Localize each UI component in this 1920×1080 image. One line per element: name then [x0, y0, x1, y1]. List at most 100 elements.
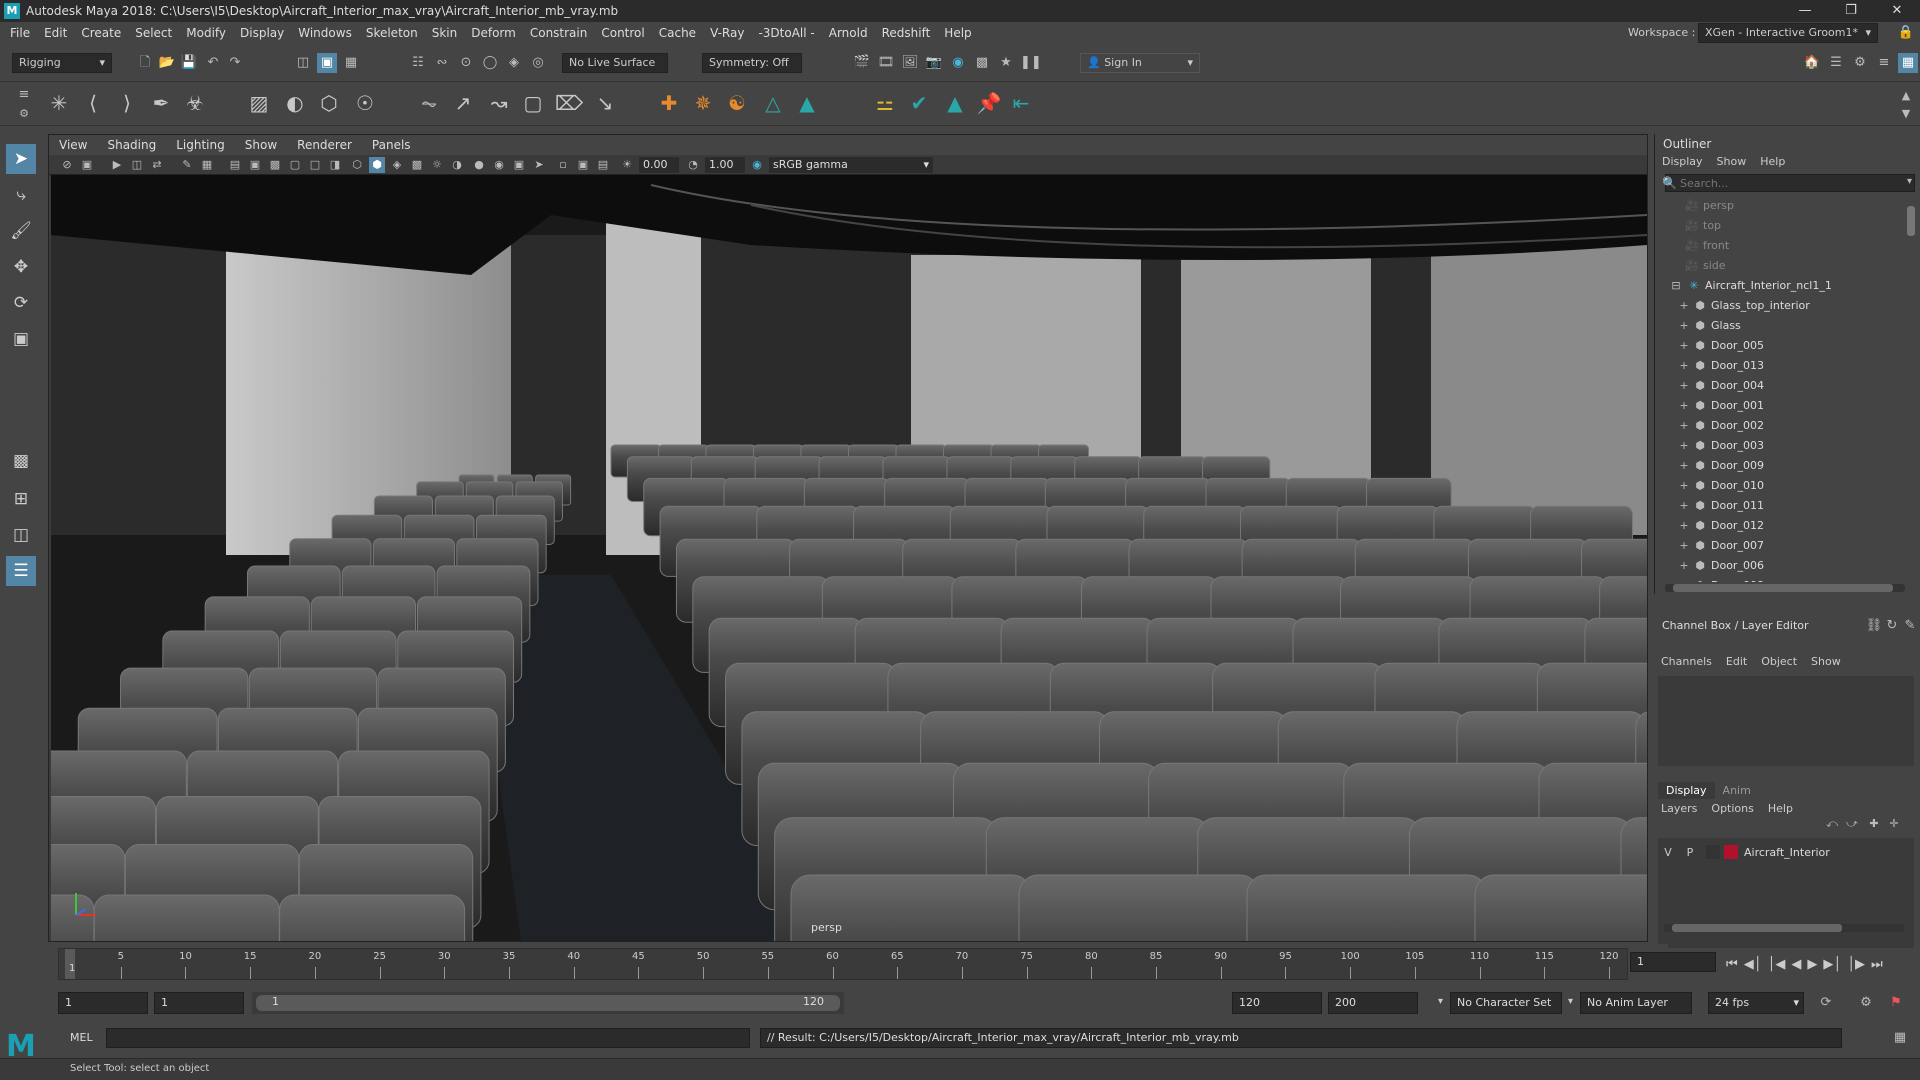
render-frame-icon[interactable]: 🎬 — [852, 53, 872, 73]
field-chart-icon[interactable]: ▢ — [287, 157, 303, 173]
expand-icon[interactable]: + — [1679, 516, 1689, 536]
open-scene-icon[interactable]: 📂 — [157, 53, 177, 73]
aim-constraint-icon[interactable]: ↗ — [448, 88, 478, 118]
save-scene-icon[interactable]: 💾 — [179, 53, 199, 73]
outliner-item[interactable]: + ⬢ Door_012 — [1655, 516, 1764, 536]
modeling-toolkit-icon[interactable]: 🏠 — [1802, 53, 1822, 73]
parent-constraint-icon[interactable]: ⌦ — [554, 88, 584, 118]
channel-edit-icon[interactable]: ✎ — [1900, 616, 1920, 636]
snap-point-icon[interactable]: ⊙ — [456, 53, 476, 73]
animation-start-field[interactable]: 1 — [58, 992, 148, 1014]
menu-item-help[interactable]: Help — [937, 26, 978, 40]
snap-curve-icon[interactable]: ∾ — [432, 53, 452, 73]
playback-end-field[interactable]: 120 — [1232, 992, 1322, 1014]
film-gate-icon[interactable]: ▤ — [227, 157, 243, 173]
two-view-icon[interactable]: ◫ — [6, 520, 36, 550]
channel-attributes-area[interactable] — [1658, 676, 1914, 766]
menu-item-vray[interactable]: V-Ray — [703, 26, 751, 40]
isolate-select-icon[interactable]: ➤ — [531, 157, 547, 173]
resolution-gate-icon[interactable]: ▣ — [247, 157, 263, 173]
auto-key-icon[interactable]: ⚙ — [1856, 993, 1876, 1013]
point-constraint-icon[interactable]: ⏦ — [414, 88, 444, 118]
snap-view-icon[interactable]: ◯ — [480, 53, 500, 73]
menu-item-create[interactable]: Create — [74, 26, 128, 40]
range-bar[interactable]: 1 120 — [252, 992, 844, 1014]
textured-icon[interactable]: ▩ — [409, 157, 425, 173]
command-language-label[interactable]: MEL — [70, 1031, 93, 1044]
channel-options-icon[interactable]: ⛓ — [1864, 616, 1884, 636]
lattice-icon[interactable]: ⬡ — [314, 88, 344, 118]
loop-icon[interactable]: ⟳ — [1816, 993, 1836, 1013]
gamma-icon[interactable]: ◔ — [685, 157, 701, 173]
humanik-icon[interactable]: ☣ — [180, 88, 210, 118]
lock-icon[interactable]: 🔒 — [1896, 23, 1916, 43]
playback-start-field[interactable]: 1 — [154, 992, 244, 1014]
layer-tab-anim[interactable]: Anim — [1715, 782, 1759, 799]
lasso-tool-icon[interactable]: ⤷ — [6, 180, 36, 210]
camera-select-icon[interactable]: ⊘ — [59, 157, 75, 173]
character-set-chevron-icon[interactable]: ▾ — [1438, 996, 1443, 1007]
expand-icon[interactable]: + — [1679, 376, 1689, 396]
redo-icon[interactable]: ↷ — [225, 53, 245, 73]
snap-grid-icon[interactable]: ☷ — [408, 53, 428, 73]
outliner-item[interactable]: 🎥 front — [1655, 236, 1729, 256]
sign-in-button[interactable]: 👤 Sign In ▾ — [1080, 53, 1200, 73]
smooth-shade-icon[interactable]: ⬢ — [369, 157, 385, 173]
anim-layer-chevron-icon[interactable]: ▾ — [1568, 996, 1573, 1007]
create-joint-icon[interactable]: ✵ — [688, 88, 718, 118]
four-view-icon[interactable]: ⊞ — [6, 484, 36, 514]
paint-weights-icon[interactable]: ✒ — [146, 88, 176, 118]
outliner-item[interactable]: + ⬢ Door_010 — [1655, 476, 1764, 496]
layer-type-toggle[interactable] — [1706, 845, 1720, 859]
menu-item-modify[interactable]: Modify — [179, 26, 233, 40]
live-surface-field[interactable]: No Live Surface — [562, 53, 668, 73]
menu-item-deform[interactable]: Deform — [464, 26, 523, 40]
outliner-item[interactable]: ⊟ ✳ Aircraft_Interior_ncl1_1 — [1655, 276, 1831, 296]
go-to-end-icon[interactable]: ⏭ — [1871, 957, 1883, 972]
new-layer-selected-icon[interactable]: ✛ — [1884, 814, 1904, 834]
motion-blur-icon[interactable]: ◉ — [491, 157, 507, 173]
menu-item-skeleton[interactable]: Skeleton — [359, 26, 425, 40]
outliner-menu-help[interactable]: Help — [1753, 155, 1792, 168]
bookmark-icon[interactable]: ▶ — [109, 157, 125, 173]
outliner-item[interactable]: + ⬢ Door_009 — [1655, 456, 1764, 476]
layer-move-up-icon[interactable]: ⤺ — [1822, 814, 1842, 834]
outliner-item[interactable]: + ⬢ Door_008 — [1655, 576, 1764, 582]
outliner-search[interactable]: 🔍 ▾ — [1662, 174, 1915, 192]
gate-mask-icon[interactable]: ▩ — [267, 157, 283, 173]
xray-icon[interactable]: ▫ — [555, 157, 571, 173]
menu-item-constrain[interactable]: Constrain — [523, 26, 595, 40]
command-input[interactable] — [106, 1028, 750, 1048]
backface-culling-icon[interactable]: ▤ — [595, 157, 611, 173]
channel-box-toggle-icon[interactable]: ≡ — [1874, 53, 1894, 73]
graph-editor-icon[interactable]: ▲ — [940, 88, 970, 118]
ik-spline-icon[interactable]: ⟩ — [112, 88, 142, 118]
outliner-item[interactable]: 🎥 top — [1655, 216, 1721, 236]
channel-refresh-icon[interactable]: ↻ — [1882, 616, 1902, 636]
hypershade-icon[interactable]: ▩ — [972, 53, 992, 73]
expand-icon[interactable]: + — [1679, 296, 1689, 316]
locator-icon[interactable]: ✚ — [654, 88, 684, 118]
pin-icon[interactable]: 📌 — [974, 88, 1004, 118]
menu-item-skin[interactable]: Skin — [425, 26, 465, 40]
outliner-menu-display[interactable]: Display — [1655, 155, 1710, 168]
use-lights-icon[interactable]: ☼ — [429, 157, 445, 173]
expand-icon[interactable]: + — [1679, 356, 1689, 376]
channel-menu-edit[interactable]: Edit — [1719, 655, 1754, 668]
expand-icon[interactable]: + — [1679, 536, 1689, 556]
expand-icon[interactable]: + — [1679, 496, 1689, 516]
snap-surface-icon[interactable]: ◈ — [504, 53, 524, 73]
undo-icon[interactable]: ↶ — [203, 53, 223, 73]
layer-tab-display[interactable]: Display — [1658, 781, 1715, 799]
outliner-item[interactable]: + ⬢ Door_011 — [1655, 496, 1764, 516]
layer-playback-toggle[interactable]: P — [1680, 846, 1700, 859]
minimize-icon[interactable]: — — [1782, 0, 1828, 22]
shelf-settings-icon[interactable]: ≡ — [14, 85, 34, 105]
panel-menu-shading[interactable]: Shading — [97, 135, 166, 155]
layer-visibility-toggle[interactable]: V — [1658, 846, 1678, 859]
time-slider[interactable]: 1 5 10 15 20 25 30 35 40 45 50 55 60 65 70 75 80 85 90 95 1… — [48, 944, 1716, 984]
outliner-item[interactable]: + ⬢ Door_006 — [1655, 556, 1764, 576]
color-space-dropdown[interactable]: sRGB gamma ▾ — [769, 157, 933, 173]
select-hierarchy-icon[interactable]: ◫ — [293, 53, 313, 73]
driven-key-icon[interactable]: ✔ — [904, 88, 934, 118]
